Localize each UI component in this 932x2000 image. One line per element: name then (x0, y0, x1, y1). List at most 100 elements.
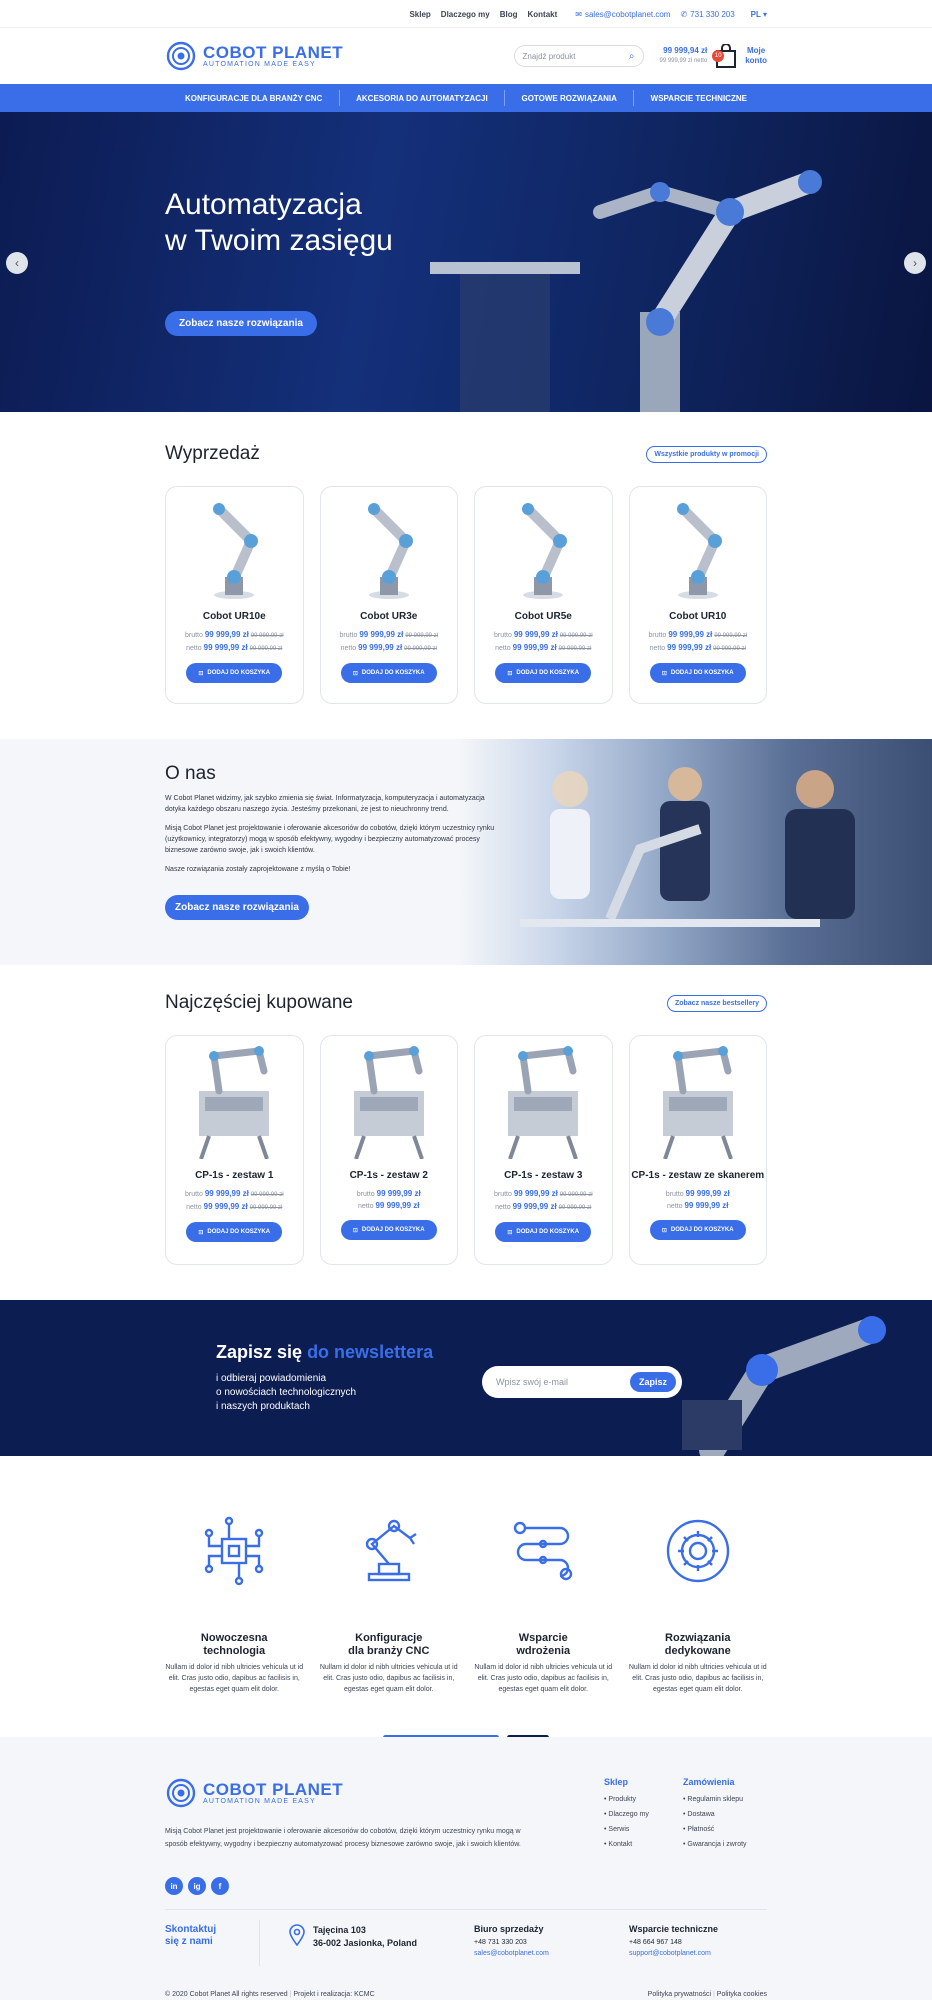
old-gross-price: 99 999,99 zł (714, 633, 748, 639)
product-card[interactable]: Cobot UR3e brutto 99 999,99 zł 99 999,99… (319, 486, 458, 704)
footer-logo[interactable]: COBOT PLANET AUTOMATION MADE EASY (165, 1777, 343, 1809)
product-card[interactable]: Cobot UR10e brutto 99 999,99 zł 99 999,9… (165, 486, 304, 704)
product-card[interactable]: Cobot UR10 brutto 99 999,99 zł 99 999,99… (628, 486, 767, 704)
feature-text: Nullam id dolor id nibh ultricies vehicu… (628, 1664, 767, 1693)
footer-link[interactable]: • Dlaczego my (604, 1807, 649, 1822)
add-to-cart-button[interactable]: ⊡ DODAJ DO KOSZYKA (186, 1222, 283, 1242)
linkedin-icon[interactable]: in (165, 1877, 183, 1895)
search-input[interactable]: Znajdź produkt ⌕ (513, 45, 644, 67)
cnc-kit-product-image (199, 1046, 270, 1159)
search-icon[interactable]: ⌕ (629, 51, 635, 62)
topbar-link-shop[interactable]: Sklep (409, 10, 430, 19)
product-card[interactable]: CP-1s - zestaw ze skanerem brutto 99 999… (628, 1035, 767, 1265)
net-price: 99 999,99 zł (203, 643, 248, 652)
credits-link[interactable]: Projekt i realizacja: KCMC (293, 1991, 374, 1998)
nav-item-support[interactable]: WSPARCIE TECHNICZNE (651, 94, 747, 103)
product-card[interactable]: Cobot UR5e brutto 99 999,99 zł 99 999,99… (474, 486, 613, 704)
footer-logo-tagline: AUTOMATION MADE EASY (203, 1797, 316, 1805)
add-to-cart-button[interactable]: ⊡ DODAJ DO KOSZYKA (340, 1220, 437, 1240)
cobot-product-image (213, 503, 259, 599)
product-name[interactable]: CP-1s - zestaw 3 (475, 1170, 612, 1182)
gear-icon (629, 1506, 768, 1596)
footer-link[interactable]: • Płatność (683, 1822, 747, 1837)
old-net-price: 99 999,99 zł (558, 1205, 592, 1211)
add-to-cart-button[interactable]: ⊡ DODAJ DO KOSZYKA (186, 663, 283, 683)
product-card[interactable]: CP-1s - zestaw 2 brutto 99 999,99 zł net… (319, 1035, 458, 1265)
cookies-link[interactable]: Polityka cookies (717, 1991, 767, 1998)
section-title: Najczęściej kupowane (165, 992, 353, 1013)
nav-item-cnc[interactable]: KONFIGURACJE DLA BRANŻY CNC (185, 94, 322, 103)
hero-cta-button[interactable]: Zobacz nasze rozwiązania (165, 311, 317, 336)
product-image[interactable] (321, 487, 458, 605)
gross-price: 99 999,99 zł (513, 1189, 558, 1198)
facebook-icon[interactable]: f (211, 1877, 229, 1895)
newsletter-line-2: o nowościach technologicznych (216, 1387, 357, 1398)
add-to-cart-button[interactable]: ⊡ DODAJ DO KOSZYKA (649, 1220, 746, 1240)
slider-prev-button[interactable]: ‹ (6, 252, 28, 274)
product-image[interactable] (166, 1036, 303, 1164)
product-image[interactable] (166, 487, 303, 605)
product-name[interactable]: Cobot UR10 (630, 611, 767, 623)
contact-title-1: Skontaktuj (165, 1924, 217, 1935)
planet-logo-icon (166, 41, 196, 71)
product-image[interactable] (475, 487, 612, 605)
instagram-icon[interactable]: ig (188, 1877, 206, 1895)
sales-phone[interactable]: +48 731 330 203 (474, 1937, 549, 1948)
topbar-link-why-us[interactable]: Dlaczego my (441, 10, 490, 19)
cart-total[interactable]: 99 999,94 zł 99 999,99 zł netto (660, 45, 708, 67)
newsletter-email-input[interactable]: Wpisz swój e-mail (496, 1377, 568, 1387)
about-cta-button[interactable]: Zobacz nasze rozwiązania (165, 895, 309, 920)
newsletter-title-a: Zapisz się (216, 1342, 303, 1362)
bestsellers-link[interactable]: Zobacz nasze bestsellery (666, 994, 767, 1012)
logo[interactable]: COBOT PLANET AUTOMATION MADE EASY (165, 40, 343, 72)
product-image[interactable] (475, 1036, 612, 1164)
feature-title: Wsparcie wdrożenia (474, 1632, 613, 1658)
footer-sales: Biuro sprzedaży +48 731 330 203 sales@co… (474, 1924, 549, 1959)
footer-link[interactable]: • Dostawa (683, 1807, 747, 1822)
slider-next-button[interactable]: › (904, 252, 926, 274)
support-phone[interactable]: +48 664 967 148 (629, 1937, 718, 1948)
topbar-phone[interactable]: ✆ 731 330 203 (680, 10, 734, 19)
product-name[interactable]: CP-1s - zestaw 1 (166, 1170, 303, 1182)
newsletter-robot-image (682, 1316, 886, 1456)
sales-email[interactable]: sales@cobotplanet.com (474, 1948, 549, 1959)
feature-title: Konfiguracje dla branży CNC (320, 1632, 459, 1658)
product-image[interactable] (321, 1036, 458, 1164)
account-link[interactable]: Moje konto (745, 46, 767, 66)
footer-link[interactable]: • Regulamin sklepu (683, 1792, 747, 1807)
old-net-price: 99 999,99 zł (558, 646, 592, 652)
footer-link-delivery: Dostawa (687, 1811, 715, 1818)
footer-link[interactable]: • Kontakt (604, 1837, 649, 1852)
footer-link[interactable]: • Gwarancja i zwroty (683, 1837, 747, 1852)
support-email[interactable]: support@cobotplanet.com (629, 1948, 718, 1959)
all-promo-link[interactable]: Wszystkie produkty w promocji (646, 445, 767, 463)
nav-item-solutions[interactable]: GOTOWE ROZWIĄZANIA (521, 94, 616, 103)
topbar-link-contact[interactable]: Kontakt (527, 10, 557, 19)
product-name[interactable]: CP-1s - zestaw 2 (321, 1170, 458, 1182)
newsletter-submit-button[interactable]: Zapisz (629, 1372, 676, 1392)
product-name[interactable]: Cobot UR5e (475, 611, 612, 623)
language-switcher[interactable]: PL ▾ (751, 10, 767, 19)
footer-link[interactable]: • Serwis (604, 1822, 649, 1837)
nav-item-accessories[interactable]: AKCESORIA DO AUTOMATYZACJI (356, 94, 488, 103)
add-to-cart-button[interactable]: ⊡ DODAJ DO KOSZYKA (649, 663, 746, 683)
add-to-cart-button[interactable]: ⊡ DODAJ DO KOSZYKA (340, 663, 437, 683)
add-to-cart-button[interactable]: ⊡ DODAJ DO KOSZYKA (495, 663, 592, 683)
add-to-cart-label: DODAJ DO KOSZYKA (670, 1227, 734, 1233)
topbar-link-blog[interactable]: Blog (500, 10, 518, 19)
product-name[interactable]: Cobot UR3e (321, 611, 458, 623)
net-label: netto (186, 1204, 202, 1211)
product-card[interactable]: CP-1s - zestaw 1 brutto 99 999,99 zł 99 … (165, 1035, 304, 1265)
product-name[interactable]: CP-1s - zestaw ze skanerem (630, 1170, 767, 1182)
product-name[interactable]: Cobot UR10e (166, 611, 303, 623)
product-image[interactable] (630, 487, 767, 605)
product-image[interactable] (630, 1036, 767, 1164)
privacy-link[interactable]: Polityka prywatności (648, 1991, 711, 1998)
old-net-price: 99 999,99 zł (713, 646, 746, 652)
net-label: netto (495, 1204, 511, 1211)
add-to-cart-button[interactable]: ⊡ DODAJ DO KOSZYKA (495, 1222, 592, 1242)
product-card[interactable]: CP-1s - zestaw 3 brutto 99 999,99 zł 99 … (474, 1035, 613, 1265)
cart-button[interactable]: 10 (712, 43, 737, 68)
topbar-email[interactable]: ✉ sales@cobotplanet.com (575, 10, 670, 19)
footer-link[interactable]: • Produkty (604, 1792, 649, 1807)
